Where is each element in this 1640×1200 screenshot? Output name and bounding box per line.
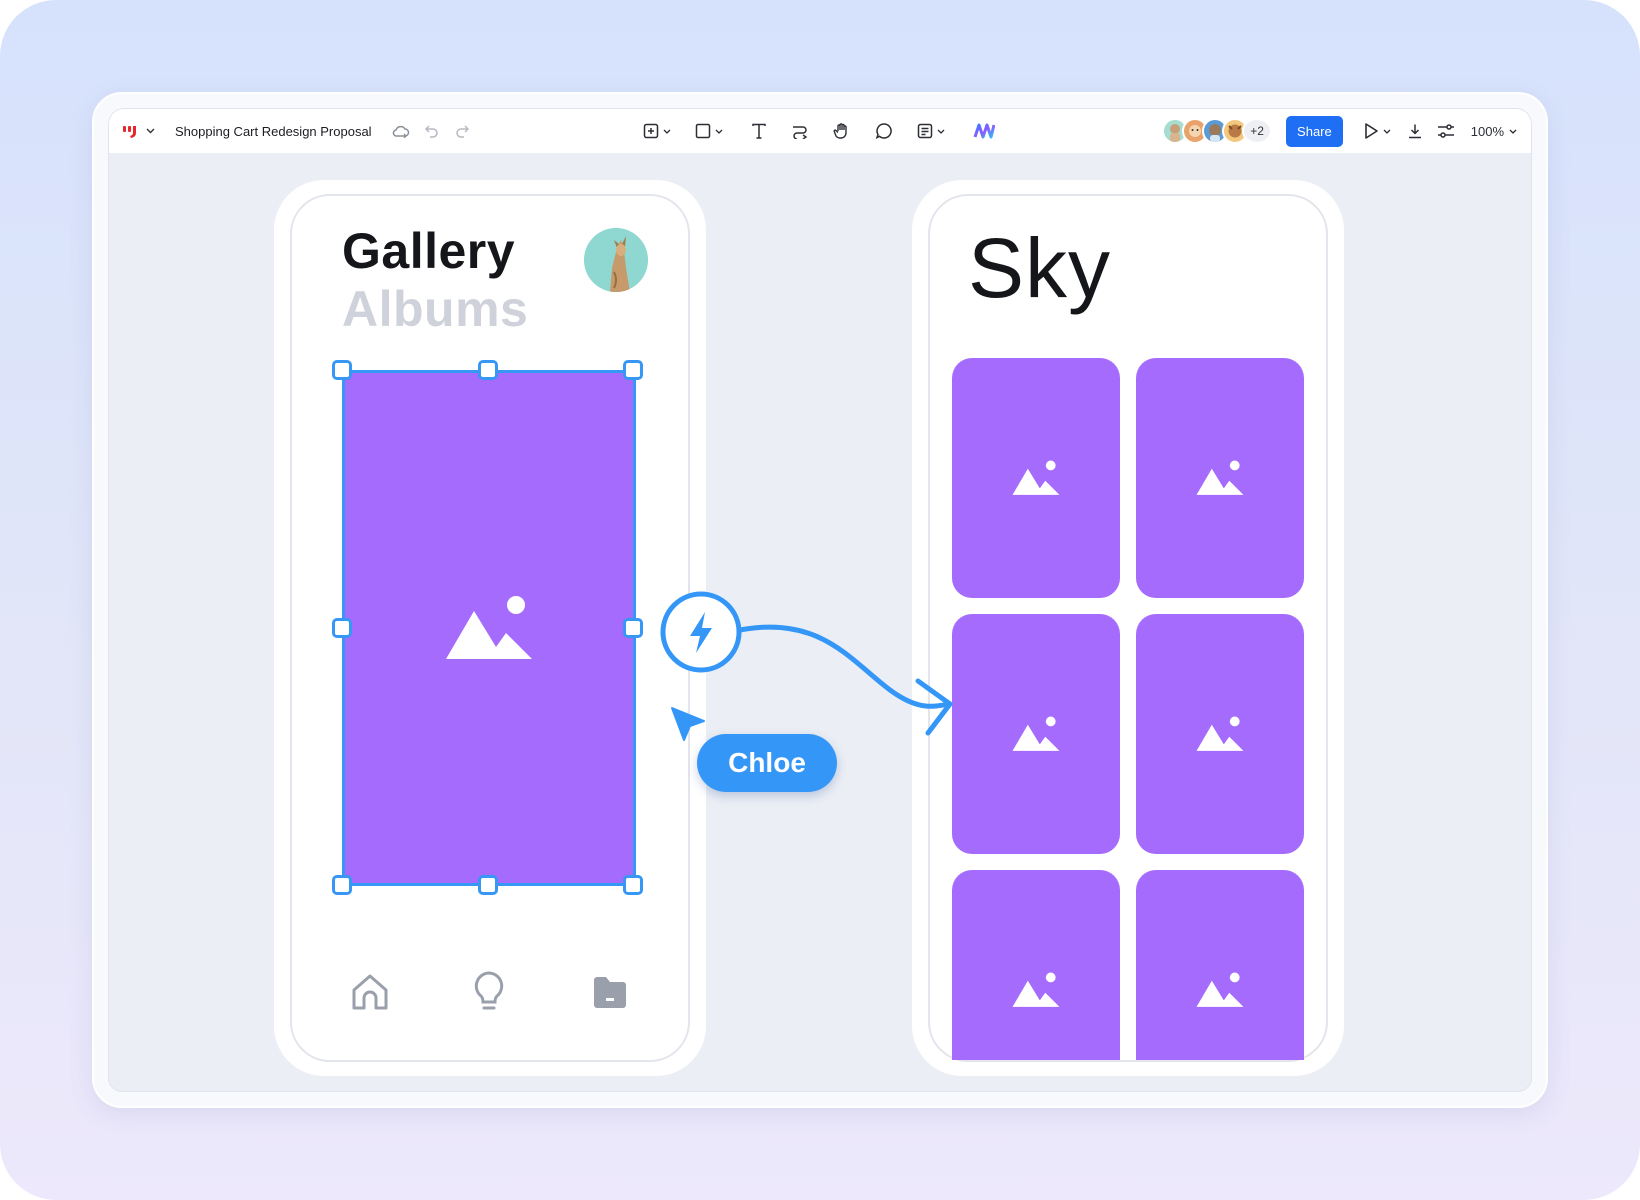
prototype-link-line — [737, 624, 953, 709]
collaborator-cursor-label: Chloe — [697, 734, 837, 792]
prototype-overlay — [660, 591, 953, 741]
cursor-arrow-icon — [671, 707, 705, 741]
